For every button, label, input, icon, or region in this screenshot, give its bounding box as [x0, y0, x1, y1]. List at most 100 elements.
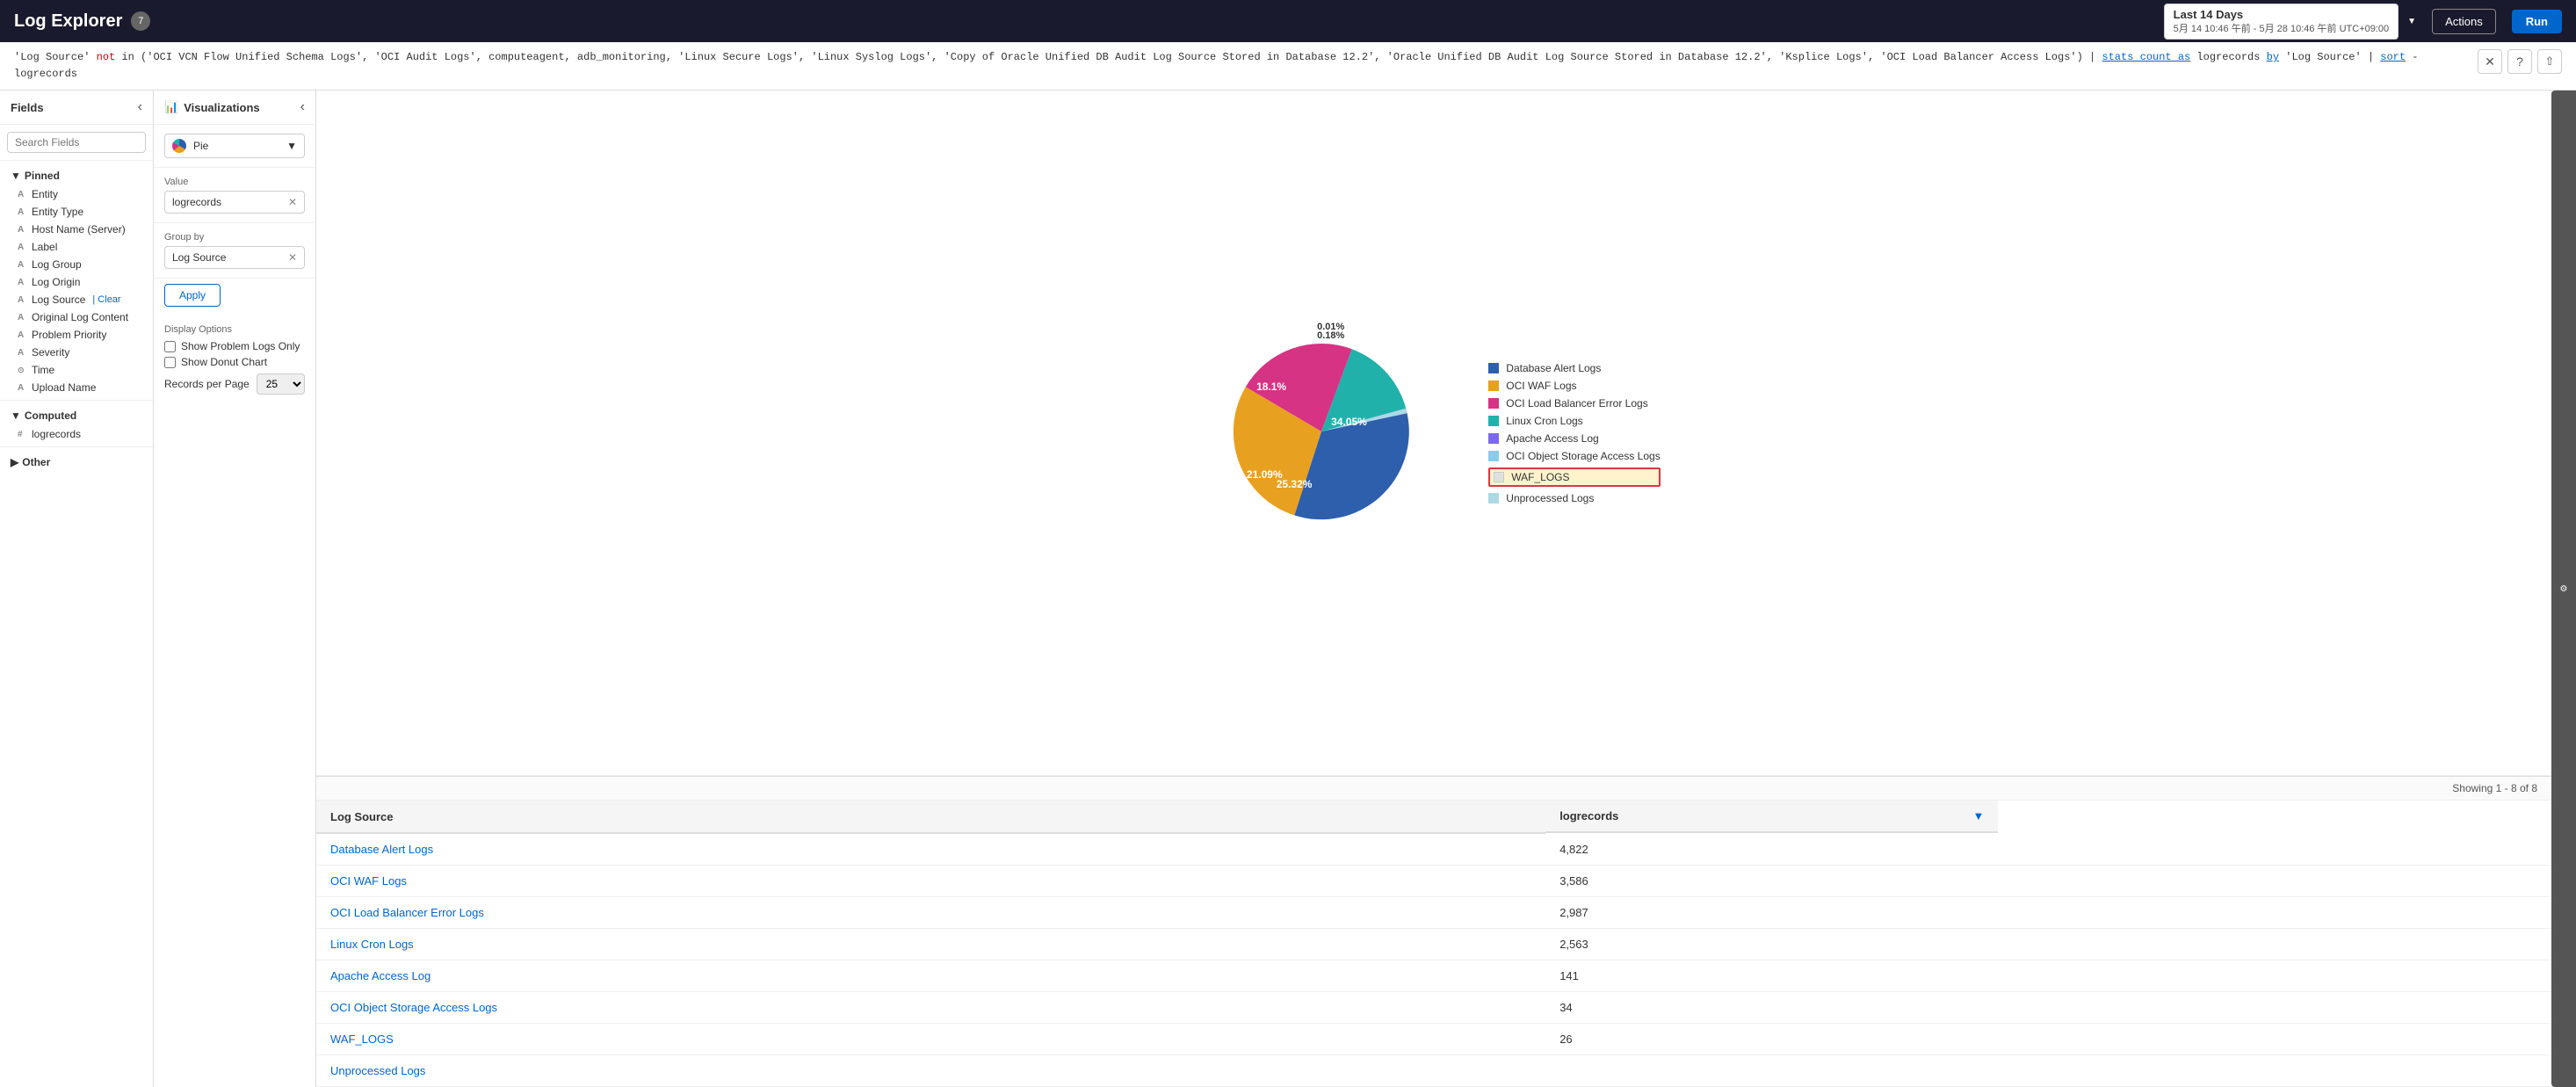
legend-unprocessed-logs[interactable]: Unprocessed Logs — [1488, 492, 1660, 504]
pie-chart-wrapper: 34.05% 25.32% 21.09% 18.1% 0.18% 0.01% — [1207, 317, 1436, 548]
table-row: OCI WAF Logs 3,586 — [316, 866, 2551, 897]
viz-sidebar-header: 📊Visualizations ‹ — [154, 91, 315, 125]
table-row: Database Alert Logs 4,822 — [316, 833, 2551, 866]
col-logrecords-label: logrecords — [1559, 809, 1618, 822]
computed-section-header[interactable]: ▼ Computed — [0, 404, 153, 425]
apply-button[interactable]: Apply — [164, 284, 221, 307]
field-name: Log Origin — [32, 276, 80, 288]
fields-collapse-button[interactable]: ‹ — [138, 99, 142, 115]
field-log-group[interactable]: ALog Group — [0, 256, 153, 273]
show-problem-logs-checkbox-row[interactable]: Show Problem Logs Only — [164, 340, 305, 352]
fields-search-input[interactable] — [7, 132, 146, 153]
date-range-chevron: ▼ — [2407, 17, 2416, 26]
field-type-badge: A — [18, 330, 28, 340]
col-log-source[interactable]: Log Source — [316, 801, 1545, 833]
field-log-origin[interactable]: ALog Origin — [0, 273, 153, 291]
run-button[interactable]: Run — [2512, 10, 2562, 33]
count-cell: 2,563 — [1545, 929, 2551, 960]
query-by-link[interactable]: by — [2267, 51, 2279, 63]
col-logrecords[interactable]: logrecords ▼ — [1545, 801, 1998, 833]
right-edge-panel[interactable]: ⚙ — [2551, 91, 2576, 1087]
pinned-section-header[interactable]: ▼ Pinned — [0, 164, 153, 185]
help-button[interactable]: ? — [2507, 49, 2532, 74]
field-type-badge: A — [18, 348, 28, 358]
show-donut-chart-checkbox[interactable] — [164, 357, 176, 368]
computed-chevron: ▼ — [11, 409, 21, 422]
groupby-selector[interactable]: Log Source ✕ — [164, 246, 305, 269]
field-name: Entity Type — [32, 206, 83, 218]
table-header-row: Log Source logrecords ▼ — [316, 801, 2551, 833]
source-link[interactable]: Linux Cron Logs — [330, 938, 414, 951]
viz-title: 📊Visualizations — [164, 100, 260, 114]
field-severity[interactable]: ASeverity — [0, 344, 153, 361]
chart-type-label: Pie — [193, 140, 208, 152]
source-link[interactable]: Unprocessed Logs — [330, 1064, 425, 1077]
main-content: 34.05% 25.32% 21.09% 18.1% 0.18% 0.01% D… — [316, 91, 2551, 1087]
log-source-clear-link[interactable]: | Clear — [92, 294, 120, 305]
source-link[interactable]: OCI WAF Logs — [330, 874, 407, 888]
field-time[interactable]: ⊙Time — [0, 361, 153, 379]
query-part-middle: in ('OCI VCN Flow Unified Schema Logs', … — [115, 51, 2102, 63]
legend-label: Linux Cron Logs — [1506, 415, 1582, 427]
field-upload-name[interactable]: AUpload Name — [0, 379, 153, 396]
other-chevron: ▶ — [11, 456, 18, 468]
display-options-label: Display Options — [164, 324, 305, 335]
field-entity[interactable]: AEntity — [0, 185, 153, 203]
legend-oci-lb-error-logs[interactable]: OCI Load Balancer Error Logs — [1488, 397, 1660, 409]
legend-database-alert-logs[interactable]: Database Alert Logs — [1488, 362, 1660, 374]
query-text: 'Log Source' not in ('OCI VCN Flow Unifi… — [14, 49, 2471, 83]
field-label[interactable]: ALabel — [0, 238, 153, 256]
field-type-badge: A — [18, 260, 28, 270]
records-per-page-label: Records per Page — [164, 378, 250, 390]
source-link[interactable]: WAF_LOGS — [330, 1033, 394, 1046]
other-label: Other — [22, 456, 50, 468]
display-options-section: Display Options Show Problem Logs Only S… — [154, 315, 315, 403]
field-type-badge: A — [18, 243, 28, 252]
value-selector[interactable]: logrecords ✕ — [164, 191, 305, 214]
legend-waf-logs[interactable]: WAF_LOGS — [1488, 467, 1660, 487]
legend-oci-object-storage[interactable]: OCI Object Storage Access Logs — [1488, 450, 1660, 462]
records-per-page-select[interactable]: 25 50 100 — [257, 373, 305, 395]
legend-color-swatch — [1488, 433, 1499, 444]
share-button[interactable]: ⇧ — [2537, 49, 2562, 74]
legend-linux-cron-logs[interactable]: Linux Cron Logs — [1488, 415, 1660, 427]
field-hostname[interactable]: AHost Name (Server) — [0, 221, 153, 238]
source-cell: WAF_LOGS — [316, 1024, 1545, 1055]
other-section-header[interactable]: ▶ Other — [0, 451, 153, 472]
query-part-prefix: 'Log Source' — [14, 51, 97, 63]
table-row: Linux Cron Logs 2,563 — [316, 929, 2551, 960]
field-original-log[interactable]: AOriginal Log Content — [0, 308, 153, 326]
actions-button[interactable]: Actions — [2432, 9, 2496, 34]
query-stats-link[interactable]: stats count as — [2102, 51, 2190, 63]
field-log-source[interactable]: ALog Source| Clear — [0, 291, 153, 308]
source-cell: Apache Access Log — [316, 960, 1545, 992]
apply-section: Apply — [154, 279, 315, 315]
query-sort-link[interactable]: sort — [2380, 51, 2406, 63]
groupby-section: Group by Log Source ✕ — [154, 223, 315, 279]
legend-color-swatch — [1488, 398, 1499, 409]
viz-collapse-button[interactable]: ‹ — [300, 99, 305, 115]
chart-type-selector[interactable]: Pie ▼ — [164, 134, 305, 158]
value-clear-button[interactable]: ✕ — [288, 196, 297, 208]
date-range-selector[interactable]: Last 14 Days 5月 14 10:46 午前 - 5月 28 10:4… — [2164, 4, 2399, 40]
field-logrecords[interactable]: #logrecords — [0, 425, 153, 443]
source-link[interactable]: Apache Access Log — [330, 969, 431, 982]
show-problem-logs-checkbox[interactable] — [164, 341, 176, 352]
viz-icon: 📊 — [164, 100, 178, 114]
table-header-bar: Showing 1 - 8 of 8 — [316, 777, 2551, 801]
pinned-label: Pinned — [25, 170, 60, 182]
field-entity-type[interactable]: AEntity Type — [0, 203, 153, 221]
legend-apache-access-log[interactable]: Apache Access Log — [1488, 432, 1660, 445]
legend-oci-waf-logs[interactable]: OCI WAF Logs — [1488, 380, 1660, 392]
source-link[interactable]: OCI Load Balancer Error Logs — [330, 906, 484, 919]
source-cell: OCI WAF Logs — [316, 866, 1545, 897]
close-query-button[interactable]: ✕ — [2478, 49, 2502, 74]
show-donut-chart-checkbox-row[interactable]: Show Donut Chart — [164, 356, 305, 368]
query-action-buttons: ✕ ? ⇧ — [2478, 49, 2562, 74]
source-link[interactable]: OCI Object Storage Access Logs — [330, 1001, 497, 1014]
field-type-badge: ⊙ — [18, 366, 28, 375]
source-link[interactable]: Database Alert Logs — [330, 843, 433, 856]
groupby-clear-button[interactable]: ✕ — [288, 251, 297, 264]
pinned-chevron: ▼ — [11, 170, 21, 182]
field-problem-priority[interactable]: AProblem Priority — [0, 326, 153, 344]
